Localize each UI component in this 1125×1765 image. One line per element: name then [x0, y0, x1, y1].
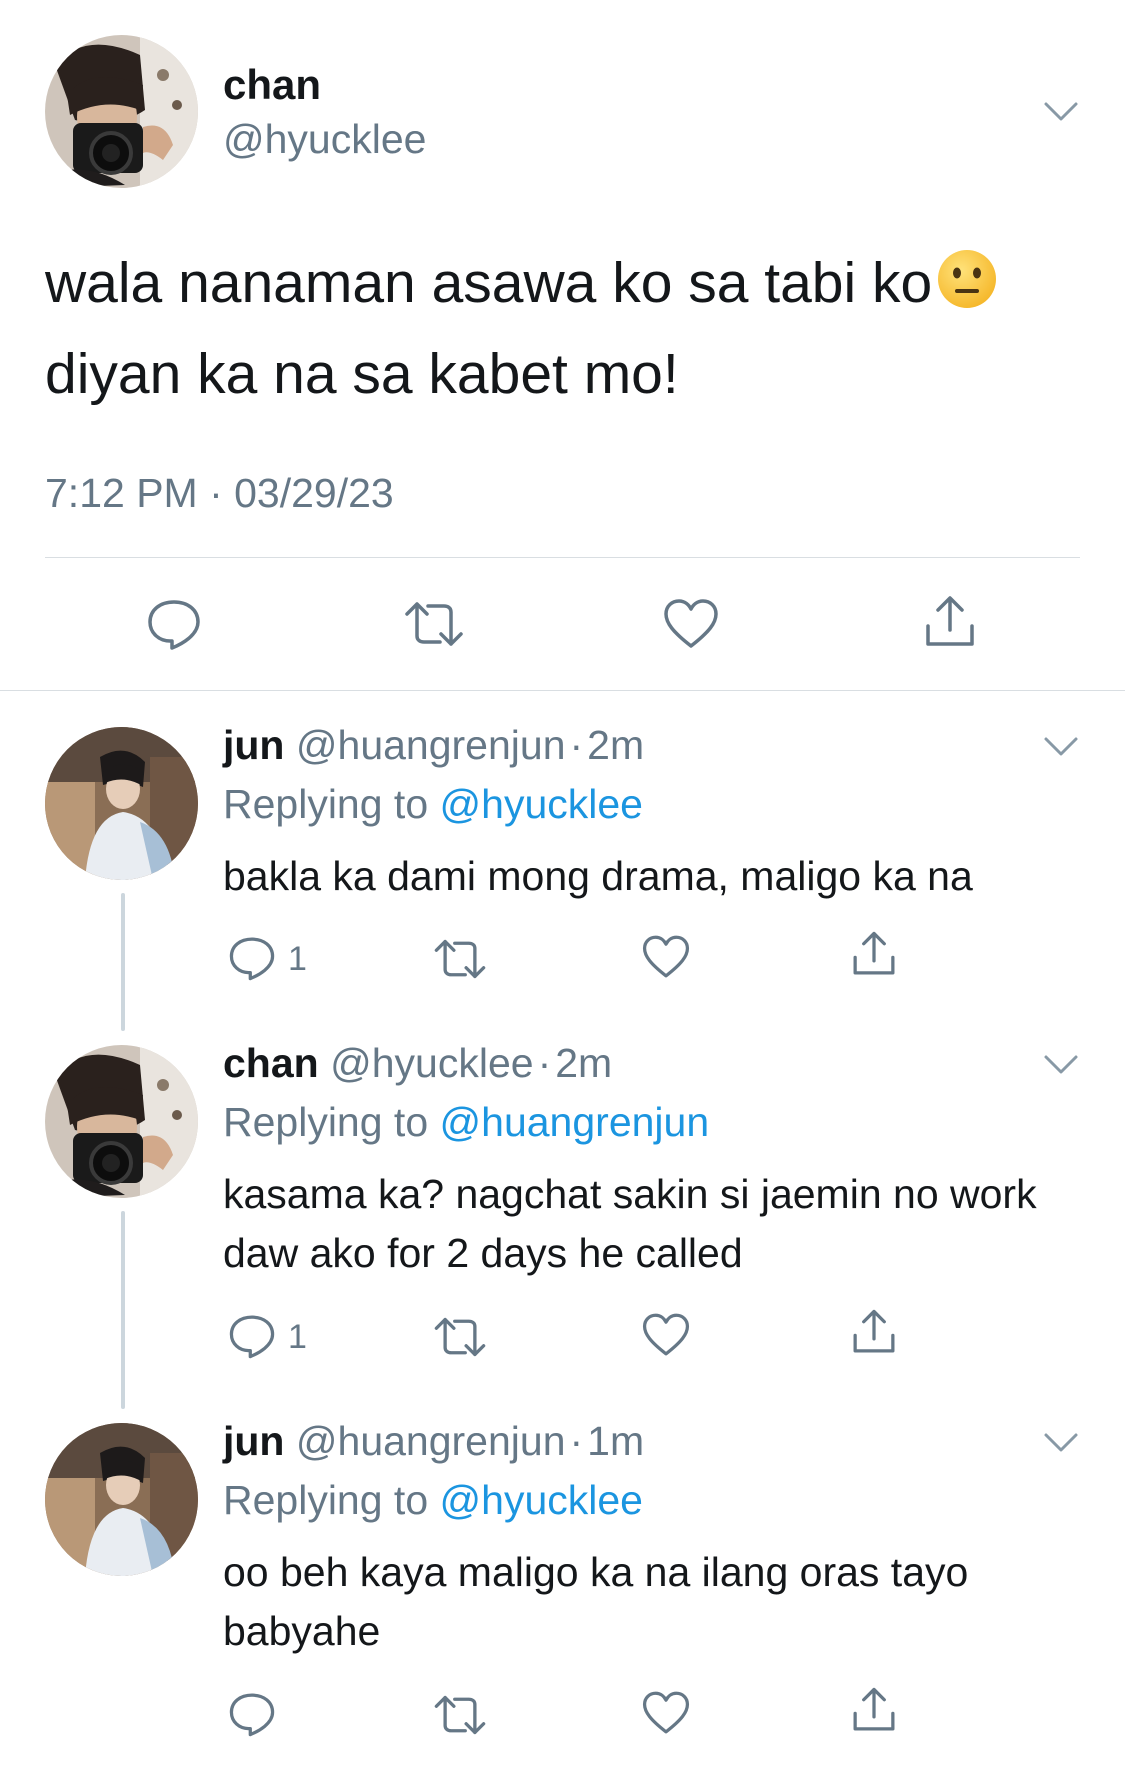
chevron-down-icon[interactable]: [1043, 100, 1079, 124]
reply-button[interactable]: [228, 1312, 276, 1360]
neutral-face-emoji-icon: [936, 248, 998, 310]
author-name[interactable]: chan: [223, 61, 321, 109]
retweet-button[interactable]: [432, 1314, 488, 1360]
avatar-chan[interactable]: [45, 35, 198, 188]
reply-time[interactable]: 1m: [587, 1418, 644, 1464]
like-button[interactable]: [642, 1312, 690, 1358]
reply-count: 1: [288, 940, 307, 978]
retweet-button[interactable]: [432, 936, 488, 982]
replying-to-label: Replying to: [223, 781, 429, 827]
share-button[interactable]: [850, 1686, 898, 1734]
like-button[interactable]: [663, 598, 719, 650]
section-divider: [0, 690, 1125, 691]
divider: [45, 557, 1080, 558]
share-button[interactable]: [850, 930, 898, 978]
reply-button[interactable]: [228, 1690, 276, 1738]
replying-to-handle[interactable]: @huangrenjun: [440, 1099, 710, 1145]
reply-count: 1: [288, 1318, 307, 1356]
tweet-timestamp[interactable]: 7:12 PM · 03/29/23: [45, 470, 394, 517]
reply-author-handle[interactable]: @huangrenjun: [296, 722, 566, 768]
tweet-text-line-2: diyan ka na sa kabet mo!: [45, 342, 679, 406]
replying-to-handle[interactable]: @hyucklee: [440, 781, 643, 827]
replying-to: Replying to @huangrenjun: [223, 1099, 709, 1146]
reply-text: bakla ka dami mong drama, maligo ka na: [223, 853, 973, 899]
reply-text: kasama ka? nagchat sakin si jaemin no wo…: [223, 1171, 1037, 1276]
replying-to-label: Replying to: [223, 1477, 429, 1523]
reply-button[interactable]: [228, 934, 276, 982]
reply-author-handle[interactable]: @hyucklee: [330, 1040, 533, 1086]
thread-line: [121, 893, 125, 1031]
share-button[interactable]: [850, 1308, 898, 1356]
reply-time[interactable]: 2m: [555, 1040, 612, 1086]
avatar-chan[interactable]: [45, 1045, 198, 1198]
like-button[interactable]: [642, 934, 690, 980]
chevron-down-icon[interactable]: [1043, 1431, 1079, 1455]
reply-header: jun @huangrenjun·2m: [223, 722, 644, 769]
reply-header: chan @hyucklee·2m: [223, 1040, 612, 1087]
reply-text: oo beh kaya maligo ka na ilang oras tayo…: [223, 1549, 969, 1654]
avatar-jun[interactable]: [45, 1423, 198, 1576]
reply-author-name[interactable]: chan: [223, 1040, 319, 1086]
separator-dot: ·: [537, 1040, 552, 1086]
reply-author-name[interactable]: jun: [223, 722, 284, 768]
separator-dot: ·: [569, 722, 584, 768]
reply-author-name[interactable]: jun: [223, 1418, 284, 1464]
retweet-button[interactable]: [432, 1692, 488, 1738]
share-button[interactable]: [922, 594, 978, 650]
reply-author-handle[interactable]: @huangrenjun: [296, 1418, 566, 1464]
like-button[interactable]: [642, 1690, 690, 1736]
tweet-text-line-1: wala nanaman asawa ko sa tabi ko: [45, 251, 933, 315]
reply-button[interactable]: [146, 596, 202, 652]
replying-to-label: Replying to: [223, 1099, 429, 1145]
replying-to: Replying to @hyucklee: [223, 1477, 643, 1524]
replying-to: Replying to @hyucklee: [223, 781, 643, 828]
thread-line: [121, 1211, 125, 1409]
separator-dot: ·: [569, 1418, 584, 1464]
chevron-down-icon[interactable]: [1043, 735, 1079, 759]
tweet-text: wala nanaman asawa ko sa tabi ko diyan k…: [45, 238, 1085, 420]
reply-header: jun @huangrenjun·1m: [223, 1418, 644, 1465]
avatar-jun[interactable]: [45, 727, 198, 880]
author-handle[interactable]: @hyucklee: [223, 116, 426, 163]
chevron-down-icon[interactable]: [1043, 1053, 1079, 1077]
retweet-button[interactable]: [402, 598, 466, 650]
replying-to-handle[interactable]: @hyucklee: [440, 1477, 643, 1523]
reply-time[interactable]: 2m: [587, 722, 644, 768]
